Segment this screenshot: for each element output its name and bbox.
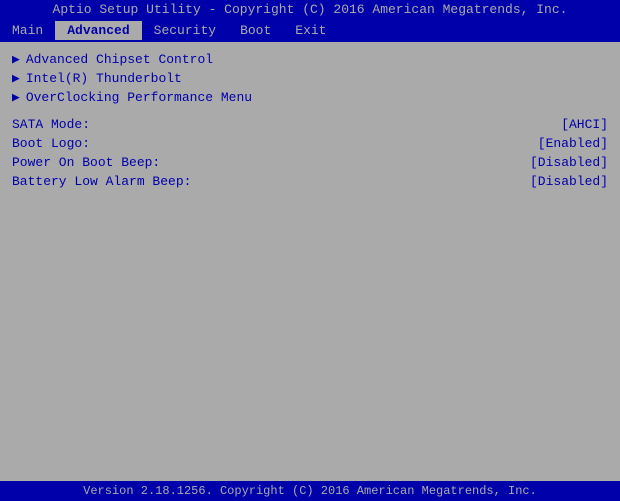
arrow-icon: ▶ <box>12 52 20 67</box>
submenu-list: ▶ Advanced Chipset Control ▶ Intel(R) Thund… <box>12 50 608 107</box>
submenu-item[interactable]: ▶ Advanced Chipset Control <box>12 50 608 69</box>
setting-label: SATA Mode: <box>12 117 90 132</box>
arrow-icon: ▶ <box>12 90 20 105</box>
menu-item-exit[interactable]: Exit <box>283 21 338 40</box>
setting-row[interactable]: Boot Logo: [Enabled] <box>12 134 608 153</box>
menu-item-security[interactable]: Security <box>142 21 228 40</box>
submenu-item[interactable]: ▶ OverClocking Performance Menu <box>12 88 608 107</box>
footer-text: Version 2.18.1256. Copyright (C) 2016 Am… <box>83 484 537 498</box>
setting-value[interactable]: [Disabled] <box>530 155 608 170</box>
setting-value[interactable]: [Enabled] <box>538 136 608 151</box>
content-area: ▶ Advanced Chipset Control ▶ Intel(R) Thund… <box>0 42 620 482</box>
setting-value[interactable]: [AHCI] <box>561 117 608 132</box>
menu-item-main[interactable]: Main <box>0 21 55 40</box>
submenu-label: OverClocking Performance Menu <box>26 90 252 105</box>
menu-bar: MainAdvancedSecurityBootExit <box>0 19 620 42</box>
submenu-label: Advanced Chipset Control <box>26 52 213 67</box>
title-bar: Aptio Setup Utility - Copyright (C) 2016… <box>0 0 620 19</box>
title-text: Aptio Setup Utility - Copyright (C) 2016… <box>53 2 568 17</box>
setting-value[interactable]: [Disabled] <box>530 174 608 189</box>
submenu-item[interactable]: ▶ Intel(R) Thunderbolt <box>12 69 608 88</box>
menu-item-advanced[interactable]: Advanced <box>55 21 141 40</box>
footer: Version 2.18.1256. Copyright (C) 2016 Am… <box>0 480 620 501</box>
submenu-label: Intel(R) Thunderbolt <box>26 71 182 86</box>
setting-label: Boot Logo: <box>12 136 90 151</box>
setting-row[interactable]: Battery Low Alarm Beep: [Disabled] <box>12 172 608 191</box>
menu-item-boot[interactable]: Boot <box>228 21 283 40</box>
setting-label: Power On Boot Beep: <box>12 155 160 170</box>
setting-row[interactable]: Power On Boot Beep: [Disabled] <box>12 153 608 172</box>
setting-row[interactable]: SATA Mode: [AHCI] <box>12 115 608 134</box>
settings-section: SATA Mode: [AHCI] Boot Logo: [Enabled] Power… <box>12 115 608 191</box>
setting-label: Battery Low Alarm Beep: <box>12 174 191 189</box>
arrow-icon: ▶ <box>12 71 20 86</box>
